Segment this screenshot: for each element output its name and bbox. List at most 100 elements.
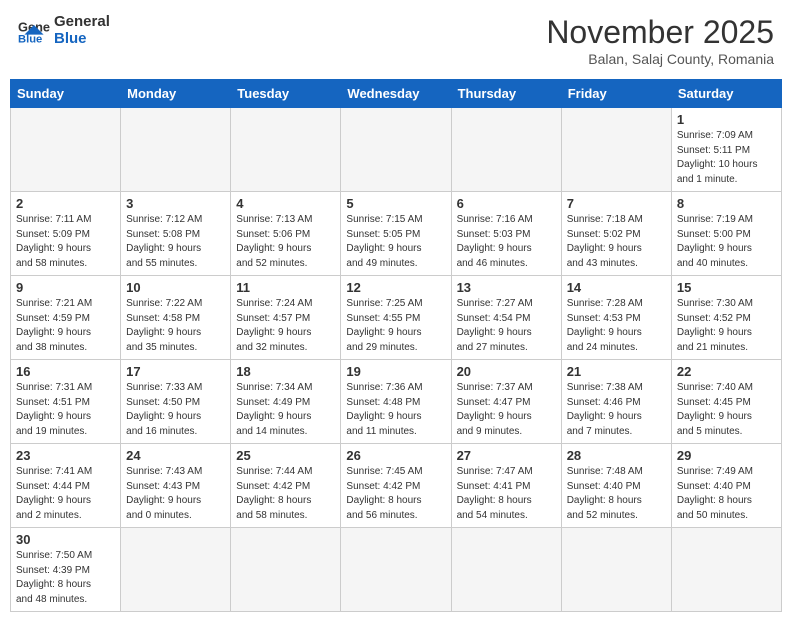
day-number: 14 [567,280,666,295]
day-number: 8 [677,196,776,211]
calendar-cell [121,108,231,192]
day-number: 6 [457,196,556,211]
page-header: General Blue General Blue November 2025 … [10,10,782,71]
day-info: Sunrise: 7:41 AM Sunset: 4:44 PM Dayligh… [16,465,115,523]
calendar-cell [451,108,561,192]
day-info: Sunrise: 7:25 AM Sunset: 4:55 PM Dayligh… [346,297,445,355]
calendar-cell: 2Sunrise: 7:11 AM Sunset: 5:09 PM Daylig… [11,192,121,276]
calendar-cell [561,528,671,612]
weekday-header-wednesday: Wednesday [341,80,451,108]
weekday-header-row: SundayMondayTuesdayWednesdayThursdayFrid… [11,80,782,108]
calendar-cell: 14 Sunrise: 7:28 AM Sunset: 4:53 PM Dayli… [561,276,671,360]
day-info: Sunrise: 7:49 AM Sunset: 4:40 PM Dayligh… [677,465,776,523]
day-info: Sunrise: 7:38 AM Sunset: 4:46 PM Dayligh… [567,381,666,439]
day-info: Sunrise: 7:24 AM Sunset: 4:57 PM Dayligh… [236,297,335,355]
calendar-cell: 27Sunrise: 7:47 AM Sunset: 4:41 PM Dayli… [451,444,561,528]
logo: General Blue General Blue [18,14,110,47]
title-area: November 2025 Balan, Salaj County, Roman… [546,14,774,67]
calendar-cell: 19Sunrise: 7:36 AM Sunset: 4:48 PM Dayli… [341,360,451,444]
day-info: Sunrise: 7:37 AM Sunset: 4:47 PM Dayligh… [457,381,556,439]
day-number: 25 [236,448,335,463]
logo-blue-text: Blue [54,31,110,48]
calendar-cell: 5Sunrise: 7:15 AM Sunset: 5:05 PM Daylig… [341,192,451,276]
calendar-cell: 21 Sunrise: 7:38 AM Sunset: 4:46 PM Dayli… [561,360,671,444]
logo-general-text: General [54,14,110,31]
day-number: 10 [126,280,225,295]
day-number: 21 [567,364,666,379]
calendar-cell [341,528,451,612]
day-number: 30 [16,532,115,547]
calendar-cell: 7 Sunrise: 7:18 AM Sunset: 5:02 PM Daylig… [561,192,671,276]
calendar-week-row: 2Sunrise: 7:11 AM Sunset: 5:09 PM Daylig… [11,192,782,276]
day-info: Sunrise: 7:13 AM Sunset: 5:06 PM Dayligh… [236,213,335,271]
calendar-cell [451,528,561,612]
day-info: Sunrise: 7:21 AM Sunset: 4:59 PM Dayligh… [16,297,115,355]
calendar-week-row: 9 Sunrise: 7:21 AM Sunset: 4:59 PM Daylig… [11,276,782,360]
calendar-cell [231,108,341,192]
calendar-cell: 8 Sunrise: 7:19 AM Sunset: 5:00 PM Daylig… [671,192,781,276]
calendar-cell: 24Sunrise: 7:43 AM Sunset: 4:43 PM Dayli… [121,444,231,528]
day-info: Sunrise: 7:47 AM Sunset: 4:41 PM Dayligh… [457,465,556,523]
calendar-week-row: 1Sunrise: 7:09 AM Sunset: 5:11 PM Daylig… [11,108,782,192]
day-info: Sunrise: 7:33 AM Sunset: 4:50 PM Dayligh… [126,381,225,439]
calendar-cell: 16 Sunrise: 7:31 AM Sunset: 4:51 PM Dayli… [11,360,121,444]
day-number: 26 [346,448,445,463]
calendar-cell: 23 Sunrise: 7:41 AM Sunset: 4:44 PM Dayli… [11,444,121,528]
calendar-cell: 30 Sunrise: 7:50 AM Sunset: 4:39 PM Dayli… [11,528,121,612]
calendar-cell: 10Sunrise: 7:22 AM Sunset: 4:58 PM Dayli… [121,276,231,360]
calendar-cell: 26 Sunrise: 7:45 AM Sunset: 4:42 PM Dayli… [341,444,451,528]
weekday-header-friday: Friday [561,80,671,108]
day-number: 18 [236,364,335,379]
weekday-header-thursday: Thursday [451,80,561,108]
calendar-table: SundayMondayTuesdayWednesdayThursdayFrid… [10,79,782,612]
calendar-cell: 17 Sunrise: 7:33 AM Sunset: 4:50 PM Dayli… [121,360,231,444]
day-number: 16 [16,364,115,379]
day-number: 2 [16,196,115,211]
calendar-cell: 6 Sunrise: 7:16 AM Sunset: 5:03 PM Daylig… [451,192,561,276]
day-number: 24 [126,448,225,463]
day-info: Sunrise: 7:28 AM Sunset: 4:53 PM Dayligh… [567,297,666,355]
calendar-cell: 29 Sunrise: 7:49 AM Sunset: 4:40 PM Dayli… [671,444,781,528]
day-info: Sunrise: 7:16 AM Sunset: 5:03 PM Dayligh… [457,213,556,271]
day-info: Sunrise: 7:44 AM Sunset: 4:42 PM Dayligh… [236,465,335,523]
day-number: 28 [567,448,666,463]
day-info: Sunrise: 7:15 AM Sunset: 5:05 PM Dayligh… [346,213,445,271]
day-number: 29 [677,448,776,463]
weekday-header-monday: Monday [121,80,231,108]
day-info: Sunrise: 7:48 AM Sunset: 4:40 PM Dayligh… [567,465,666,523]
day-number: 17 [126,364,225,379]
calendar-cell: 18 Sunrise: 7:34 AM Sunset: 4:49 PM Dayli… [231,360,341,444]
day-number: 11 [236,280,335,295]
day-number: 3 [126,196,225,211]
day-number: 12 [346,280,445,295]
calendar-cell: 4 Sunrise: 7:13 AM Sunset: 5:06 PM Daylig… [231,192,341,276]
location-subtitle: Balan, Salaj County, Romania [546,51,774,67]
day-info: Sunrise: 7:12 AM Sunset: 5:08 PM Dayligh… [126,213,225,271]
day-info: Sunrise: 7:45 AM Sunset: 4:42 PM Dayligh… [346,465,445,523]
day-number: 23 [16,448,115,463]
weekday-header-saturday: Saturday [671,80,781,108]
calendar-cell: 1Sunrise: 7:09 AM Sunset: 5:11 PM Daylig… [671,108,781,192]
day-number: 7 [567,196,666,211]
day-number: 1 [677,112,776,127]
day-info: Sunrise: 7:36 AM Sunset: 4:48 PM Dayligh… [346,381,445,439]
calendar-cell: 20 Sunrise: 7:37 AM Sunset: 4:47 PM Dayli… [451,360,561,444]
calendar-cell: 13Sunrise: 7:27 AM Sunset: 4:54 PM Dayli… [451,276,561,360]
logo-icon: General Blue [18,17,50,45]
day-number: 22 [677,364,776,379]
day-info: Sunrise: 7:18 AM Sunset: 5:02 PM Dayligh… [567,213,666,271]
svg-text:Blue: Blue [18,33,42,44]
day-info: Sunrise: 7:40 AM Sunset: 4:45 PM Dayligh… [677,381,776,439]
day-info: Sunrise: 7:19 AM Sunset: 5:00 PM Dayligh… [677,213,776,271]
calendar-week-row: 16 Sunrise: 7:31 AM Sunset: 4:51 PM Dayli… [11,360,782,444]
month-title: November 2025 [546,14,774,51]
day-info: Sunrise: 7:34 AM Sunset: 4:49 PM Dayligh… [236,381,335,439]
day-number: 20 [457,364,556,379]
calendar-cell: 3 Sunrise: 7:12 AM Sunset: 5:08 PM Daylig… [121,192,231,276]
calendar-cell: 28 Sunrise: 7:48 AM Sunset: 4:40 PM Dayli… [561,444,671,528]
day-info: Sunrise: 7:50 AM Sunset: 4:39 PM Dayligh… [16,549,115,607]
day-number: 4 [236,196,335,211]
day-number: 9 [16,280,115,295]
day-info: Sunrise: 7:31 AM Sunset: 4:51 PM Dayligh… [16,381,115,439]
weekday-header-sunday: Sunday [11,80,121,108]
